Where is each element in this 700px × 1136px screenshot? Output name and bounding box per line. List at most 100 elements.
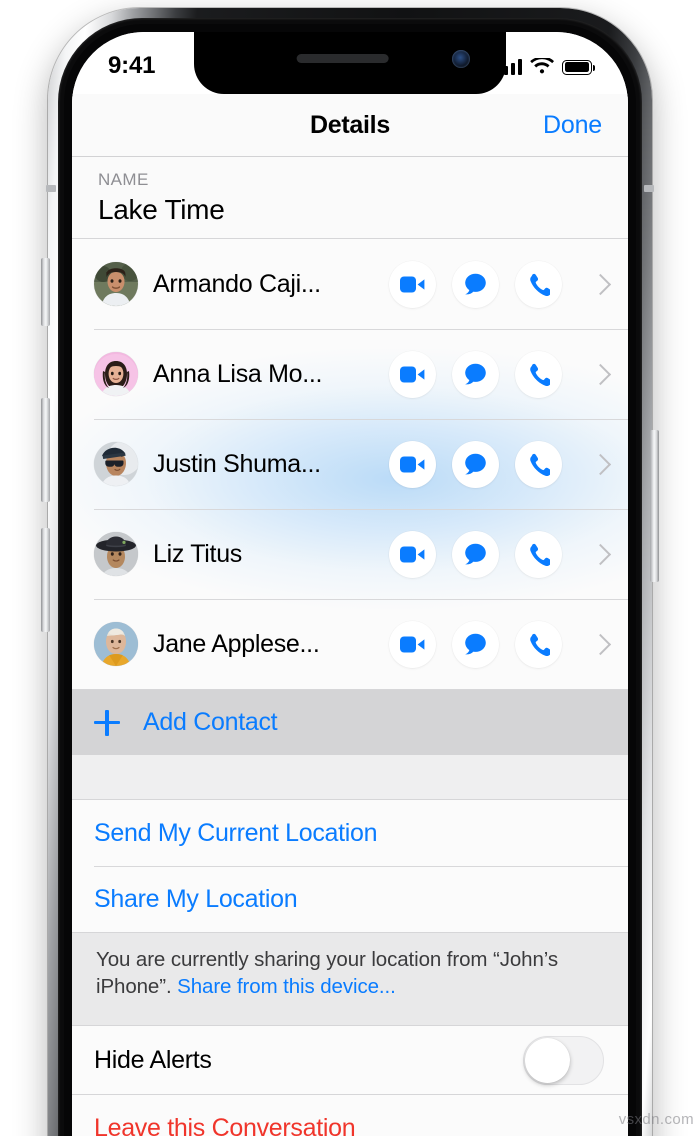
message-button[interactable] [452, 350, 499, 398]
page-title: Details [310, 110, 390, 139]
row-actions [389, 260, 612, 308]
share-my-location-button[interactable]: Share My Location [72, 866, 628, 932]
video-camera-icon [400, 636, 425, 652]
facetime-button[interactable] [389, 620, 436, 668]
silent-switch[interactable] [41, 258, 50, 326]
row-actions [389, 530, 612, 578]
facetime-button[interactable] [389, 260, 436, 308]
phone-handset-icon [530, 363, 550, 386]
watermark: vsxdn.com [618, 1111, 694, 1128]
table-row[interactable]: Armando Caji... [72, 239, 628, 329]
chevron-right-icon [589, 543, 612, 565]
table-row[interactable]: Justin Shuma... [72, 419, 628, 509]
call-button[interactable] [515, 260, 562, 308]
name-section: NAME Lake Time [72, 156, 628, 239]
message-bubble-icon [464, 363, 486, 385]
video-camera-icon [400, 366, 425, 382]
avatar [94, 622, 138, 666]
chevron-right-icon [589, 363, 612, 385]
add-contact-label: Add Contact [143, 708, 278, 736]
facetime-button[interactable] [389, 530, 436, 578]
plus-icon [94, 709, 120, 736]
toggle-knob [525, 1037, 570, 1083]
name-section-label: NAME [98, 170, 149, 189]
video-camera-icon [400, 456, 425, 472]
message-button[interactable] [452, 260, 499, 308]
screenshot-root: 9:41 Details Done NAME Lake Time Armando… [0, 0, 700, 1136]
avatar-armando [94, 262, 138, 306]
message-bubble-icon [464, 543, 486, 565]
call-button[interactable] [515, 440, 562, 488]
chevron-right-icon [589, 453, 612, 475]
hide-alerts-label: Hide Alerts [94, 1045, 212, 1074]
message-bubble-icon [464, 273, 486, 295]
call-button[interactable] [515, 620, 562, 668]
avatar [94, 262, 138, 306]
message-bubble-icon [464, 633, 486, 655]
message-button[interactable] [452, 440, 499, 488]
status-indicators [496, 50, 596, 76]
phone-screen: 9:41 Details Done NAME Lake Time Armando… [72, 32, 628, 1136]
send-current-location-button[interactable]: Send My Current Location [72, 800, 628, 866]
hide-alerts-row[interactable]: Hide Alerts [72, 1025, 628, 1096]
table-row[interactable]: Jane Applese... [72, 599, 628, 689]
chevron-right-icon [589, 273, 612, 295]
table-row[interactable]: Liz Titus [72, 509, 628, 599]
phone-handset-icon [530, 543, 550, 566]
share-from-this-device-link[interactable]: Share from this device... [177, 975, 396, 998]
contact-name: Anna Lisa Mo... [153, 359, 323, 388]
antenna-band-right [644, 185, 654, 192]
avatar-liz [94, 532, 138, 576]
phone-handset-icon [530, 453, 550, 476]
phone-handset-icon [530, 633, 550, 656]
volume-up-button[interactable] [41, 398, 50, 502]
screen-surface: 9:41 Details Done NAME Lake Time Armando… [72, 32, 628, 1136]
display-notch [194, 32, 506, 94]
video-camera-icon [400, 546, 425, 562]
location-footnote: You are currently sharing your location … [72, 932, 628, 1016]
avatar [94, 352, 138, 396]
facetime-button[interactable] [389, 350, 436, 398]
avatar [94, 532, 138, 576]
contact-name: Liz Titus [153, 539, 242, 568]
avatar-jane [94, 622, 138, 666]
wifi-icon [530, 58, 554, 74]
volume-down-button[interactable] [41, 528, 50, 632]
call-button[interactable] [515, 350, 562, 398]
contact-list: Armando Caji... Anna Lisa Mo... Justin S… [72, 239, 628, 689]
table-row[interactable]: Anna Lisa Mo... [72, 329, 628, 419]
avatar-anna [94, 352, 138, 396]
hide-alerts-toggle[interactable] [523, 1035, 604, 1085]
conversation-name-field[interactable]: Lake Time [72, 194, 628, 226]
navigation-bar: Details Done [72, 94, 628, 157]
phone-handset-icon [530, 273, 550, 296]
message-button[interactable] [452, 530, 499, 578]
video-camera-icon [400, 276, 425, 292]
section-gap-small [72, 1015, 628, 1026]
section-gap [72, 755, 628, 799]
add-contact-button[interactable]: Add Contact [72, 689, 628, 755]
facetime-button[interactable] [389, 440, 436, 488]
row-actions [389, 620, 612, 668]
message-button[interactable] [452, 620, 499, 668]
row-actions [389, 350, 612, 398]
location-section: Send My Current Location Share My Locati… [72, 799, 628, 932]
leave-conversation-button[interactable]: Leave this Conversation [72, 1095, 628, 1136]
avatar-justin [94, 442, 138, 486]
contact-name: Armando Caji... [153, 269, 321, 298]
done-button[interactable]: Done [543, 111, 602, 140]
details-content: NAME Lake Time Armando Caji... Anna Lisa… [72, 156, 628, 1136]
avatar [94, 442, 138, 486]
contact-name: Justin Shuma... [153, 449, 321, 478]
status-time: 9:41 [108, 52, 156, 79]
side-power-button[interactable] [650, 430, 659, 582]
front-camera-icon [452, 50, 470, 68]
message-bubble-icon [464, 453, 486, 475]
chevron-right-icon [589, 633, 612, 655]
battery-full-icon [562, 59, 596, 75]
antenna-band-left [46, 185, 56, 192]
earpiece-speaker-icon [296, 54, 389, 63]
call-button[interactable] [515, 530, 562, 578]
row-actions [389, 440, 612, 488]
contact-name: Jane Applese... [153, 629, 320, 658]
